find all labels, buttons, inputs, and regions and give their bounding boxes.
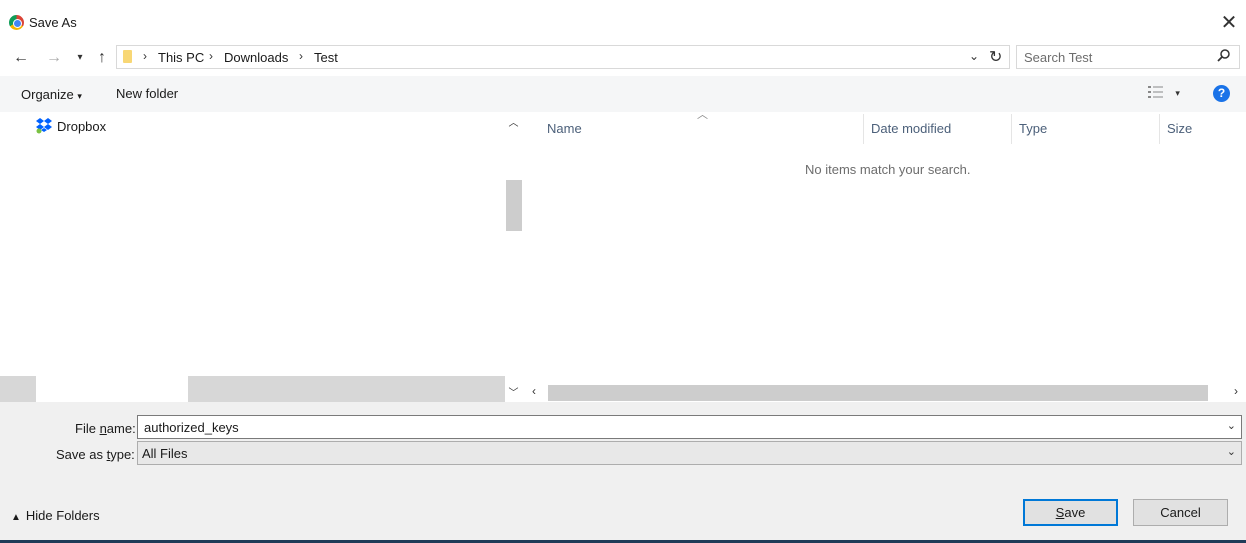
save-button[interactable]: Save — [1023, 499, 1118, 526]
view-dropdown-icon: ▾ — [1175, 88, 1180, 98]
save-as-type-value: All Files — [142, 446, 188, 461]
file-list-pane — [525, 112, 1246, 402]
filename-field[interactable]: ⌄ — [137, 415, 1242, 439]
scroll-up-chevron-icon[interactable]: ︿ — [505, 114, 522, 130]
nav-vertical-scrollbar[interactable] — [505, 112, 522, 402]
sort-ascending-icon: ︿ — [697, 109, 708, 121]
window-title: Save As — [29, 15, 77, 30]
scroll-right-chevron-icon[interactable]: › — [1234, 384, 1238, 398]
breadcrumb-downloads[interactable]: Downloads — [224, 50, 288, 65]
address-bar[interactable]: › This PC › Downloads › Test ⌄ ↻ — [116, 45, 1010, 69]
empty-list-message: No items match your search. — [805, 162, 971, 177]
save-as-type-select[interactable]: All Files ⌄ — [137, 441, 1242, 465]
breadcrumb-test[interactable]: Test — [314, 50, 338, 65]
address-dropdown-chevron-icon[interactable]: ⌄ — [969, 49, 979, 63]
column-header-type[interactable]: Type — [1019, 121, 1047, 143]
navigation-pane — [0, 112, 505, 402]
filename-dropdown-chevron-icon[interactable]: ⌄ — [1227, 419, 1236, 432]
search-input[interactable] — [1024, 49, 1214, 65]
close-button[interactable]: ✕ — [1214, 10, 1244, 36]
filename-label: File name: — [75, 421, 136, 436]
save-as-type-label: Save as type: — [56, 447, 135, 462]
back-arrow-icon[interactable]: ← — [11, 48, 31, 68]
organize-dropdown-icon: ▾ — [77, 91, 82, 101]
view-list-icon — [1148, 86, 1167, 102]
nav-hscroll-track[interactable] — [188, 376, 505, 402]
change-view-button[interactable]: ▾ — [1148, 85, 1180, 102]
up-arrow-icon[interactable]: ↑ — [92, 48, 112, 68]
breadcrumb-separator-icon: › — [209, 49, 213, 63]
breadcrumb-separator-icon: › — [143, 49, 147, 63]
nav-hscroll-track[interactable] — [0, 376, 36, 402]
save-as-type-chevron-icon[interactable]: ⌄ — [1227, 445, 1236, 458]
column-header-name[interactable]: Name — [547, 121, 582, 143]
column-header-size[interactable]: Size — [1167, 121, 1192, 143]
search-box[interactable] — [1016, 45, 1240, 69]
filename-input[interactable] — [144, 419, 1214, 435]
chrome-app-icon — [9, 15, 24, 30]
recent-locations-chevron-icon[interactable]: ▾ — [70, 48, 90, 68]
nav-item-dropbox[interactable]: Dropbox — [57, 119, 106, 134]
nav-scrollbar-thumb[interactable] — [506, 180, 522, 231]
organize-button[interactable]: Organize ▾ — [21, 87, 82, 102]
forward-arrow-icon[interactable]: → — [44, 48, 64, 68]
hide-folders-button[interactable]: ▲ Hide Folders — [11, 508, 100, 523]
search-icon[interactable] — [1217, 48, 1231, 65]
toolbar: Organize ▾ New folder ▾ ? — [0, 76, 1246, 112]
column-divider[interactable] — [1011, 114, 1012, 144]
nav-hscroll-thumb[interactable] — [36, 376, 188, 402]
breadcrumb-this-pc[interactable]: This PC — [158, 50, 204, 65]
collapse-chevron-icon: ▲ — [11, 512, 21, 523]
title-bar — [0, 0, 1246, 44]
help-icon[interactable]: ? — [1213, 85, 1230, 102]
refresh-icon[interactable]: ↻ — [989, 47, 1002, 67]
folder-icon — [123, 50, 132, 63]
breadcrumb-separator-icon: › — [299, 49, 303, 63]
scroll-left-chevron-icon[interactable]: ‹ — [532, 384, 536, 398]
dropbox-icon — [35, 118, 53, 134]
file-list-hscroll-thumb[interactable] — [548, 385, 1208, 401]
new-folder-button[interactable]: New folder — [116, 86, 178, 101]
column-header-date-modified[interactable]: Date modified — [871, 121, 951, 143]
cancel-button[interactable]: Cancel — [1133, 499, 1228, 526]
column-divider[interactable] — [1159, 114, 1160, 144]
scroll-down-chevron-icon[interactable]: ﹀ — [505, 384, 522, 400]
column-divider[interactable] — [863, 114, 864, 144]
